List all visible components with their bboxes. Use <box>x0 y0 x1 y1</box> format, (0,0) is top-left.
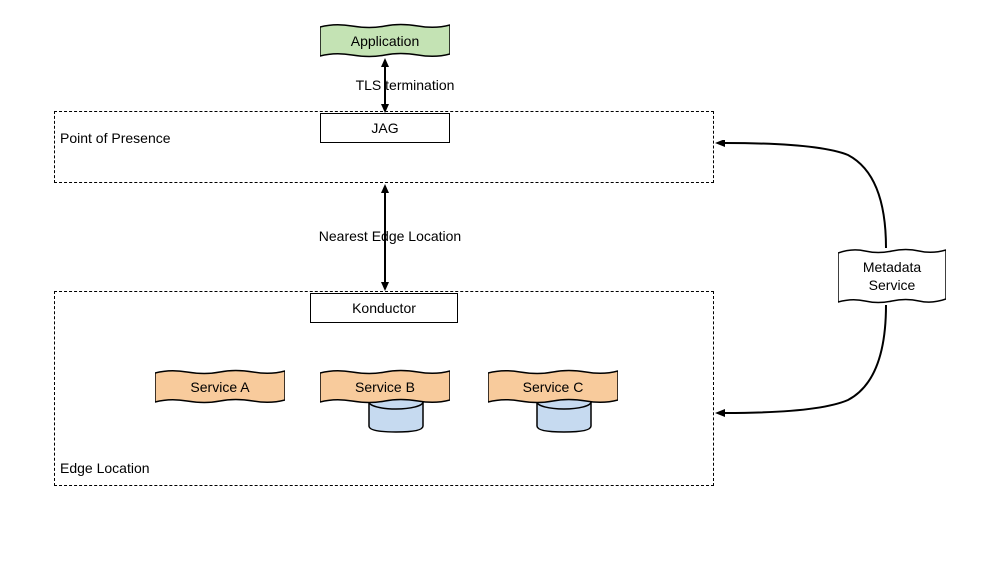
jag-label: JAG <box>371 120 398 136</box>
service-c-label: Service C <box>523 379 584 395</box>
arrow-metadata-edge <box>713 300 893 420</box>
arrow-jag-konductor <box>380 184 390 291</box>
pop-label: Point of Presence <box>60 130 171 146</box>
arrow-metadata-pop <box>713 140 893 260</box>
application-label: Application <box>351 33 420 49</box>
tls-label: TLS termination <box>335 77 475 93</box>
konductor-label: Konductor <box>352 300 416 316</box>
metadata-label: Metadata Service <box>863 258 921 294</box>
nearest-label: Nearest Edge Location <box>300 228 480 244</box>
service-b-label: Service B <box>355 379 415 395</box>
service-a-box: Service A <box>155 369 285 404</box>
service-a-label: Service A <box>190 379 249 395</box>
edge-label: Edge Location <box>60 460 150 476</box>
arrow-app-jag <box>380 58 390 113</box>
service-c-box: Service C <box>488 369 618 404</box>
jag-box: JAG <box>320 113 450 143</box>
konductor-box: Konductor <box>310 293 458 323</box>
service-b-box: Service B <box>320 369 450 404</box>
application-box: Application <box>320 23 450 58</box>
